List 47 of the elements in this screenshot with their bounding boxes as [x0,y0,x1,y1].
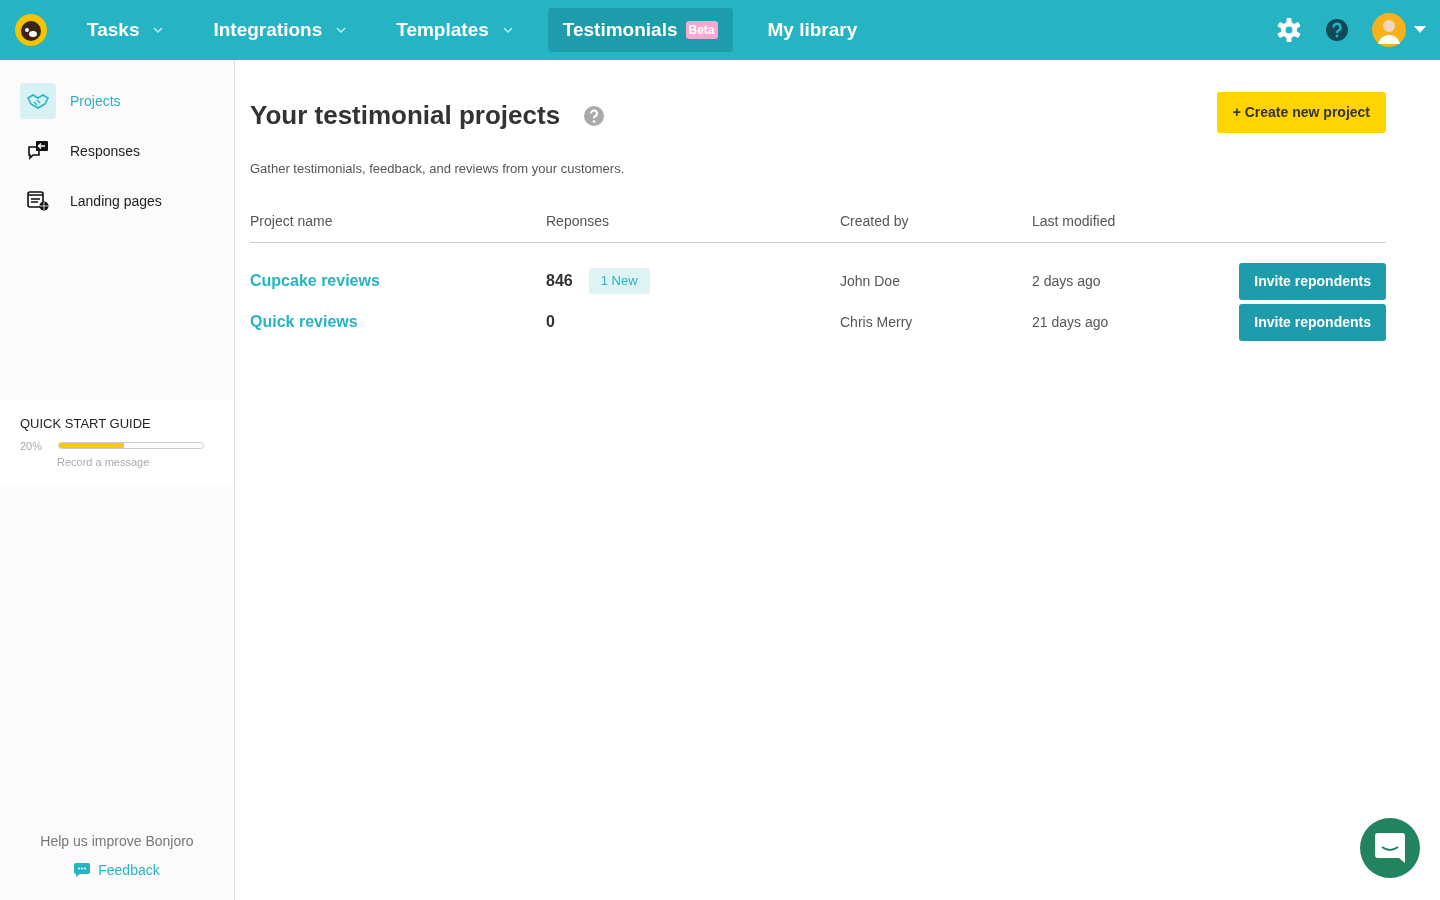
progress-step: Record a message [57,454,214,471]
new-badge: 1 New [588,268,650,294]
avatar[interactable] [1372,13,1406,47]
create-project-button[interactable]: + Create new project [1216,92,1386,133]
column-header: Reponses [546,211,611,231]
nav-tab[interactable]: Tasks [72,7,179,53]
invite-button[interactable]: Invite repondents [1239,303,1386,341]
table-cell-text: Chris Merry [840,312,914,332]
response-count: 846 [546,271,573,291]
caret-icon[interactable] [1414,26,1426,34]
column-header: Created by [840,211,910,231]
table-cell-text: 2 days ago [1032,271,1102,291]
table-cell-text: 21 days ago [1032,312,1110,332]
nav-tab[interactable]: Templates [381,7,528,53]
chat-button[interactable] [1360,818,1420,878]
logo-icon[interactable] [14,13,48,47]
chevron-down-icon [502,27,513,33]
beta-badge: Beta [685,21,718,39]
chat-icon [74,863,91,877]
sidebar-item[interactable]: Responses [0,126,234,176]
feedback-link[interactable]: Feedback [74,859,160,881]
column-header: Last modified [1032,211,1117,231]
progress-percent: 20% [20,438,43,454]
handshake-icon [27,93,49,109]
page-subtitle: Gather testimonials, feedback, and reviews from your customers. [250,160,626,178]
column-header: Project name [250,211,334,231]
project-link[interactable]: Cupcake reviews [250,272,380,289]
web-page-icon [27,191,49,211]
help-icon[interactable] [1326,19,1348,41]
page-title: Your testimonial projects [250,100,561,132]
nav-tab[interactable]: Integrations [198,7,362,53]
chat-icon [1375,833,1405,863]
nav-tab[interactable]: Testimonials Beta [547,7,733,53]
sidebar-item[interactable]: Landing pages [0,176,234,226]
table-cell-text: John Doe [840,271,901,291]
help-text: Help us improve Bonjoro [39,831,195,851]
guide-title: QUICK START GUIDE [20,415,152,433]
chevron-down-icon [336,27,347,33]
response-count: 0 [546,312,555,332]
help-icon[interactable] [584,105,605,126]
nav-tab[interactable]: My library [752,7,873,53]
settings-icon[interactable] [1276,17,1302,43]
chat-arrow-icon [27,141,49,161]
sidebar-item[interactable]: Projects [0,76,234,126]
invite-button[interactable]: Invite repondents [1239,262,1386,300]
project-link[interactable]: Quick reviews [250,313,358,330]
chevron-down-icon [153,27,164,33]
